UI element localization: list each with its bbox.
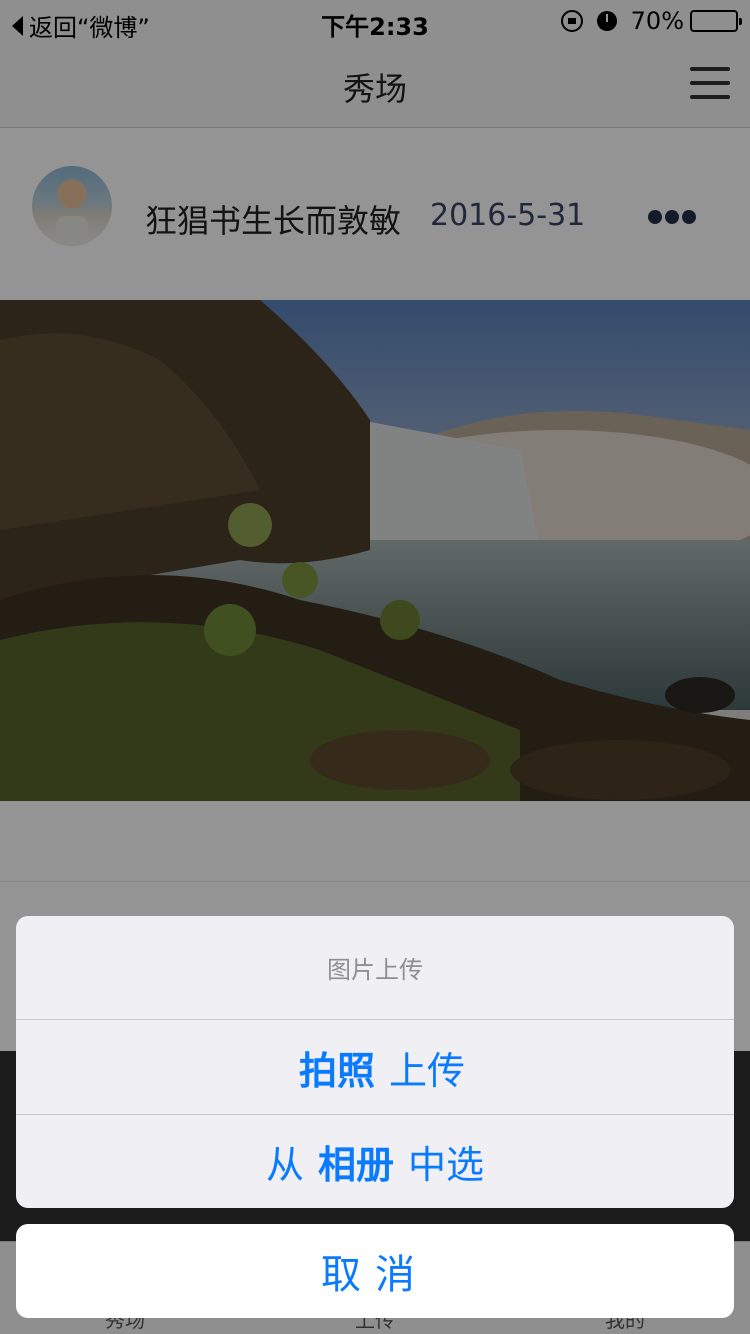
action-sheet-title: 图片上传 xyxy=(16,916,734,1020)
choose-from-album-button[interactable]: 从 相册 中选 xyxy=(16,1114,734,1208)
take-photo-rest-label: 上传 xyxy=(389,1048,466,1093)
take-photo-upload-button[interactable]: 拍照 上传 xyxy=(16,1020,734,1114)
take-photo-bold-label: 拍照 xyxy=(298,1048,375,1093)
action-sheet: 图片上传 拍照 上传 从 相册 中选 xyxy=(16,916,734,1208)
album-pre-label: 从 xyxy=(265,1143,304,1187)
cancel-button[interactable]: 取消 xyxy=(16,1224,734,1318)
album-bold-label: 相册 xyxy=(317,1143,394,1187)
album-rest-label: 中选 xyxy=(408,1143,485,1187)
